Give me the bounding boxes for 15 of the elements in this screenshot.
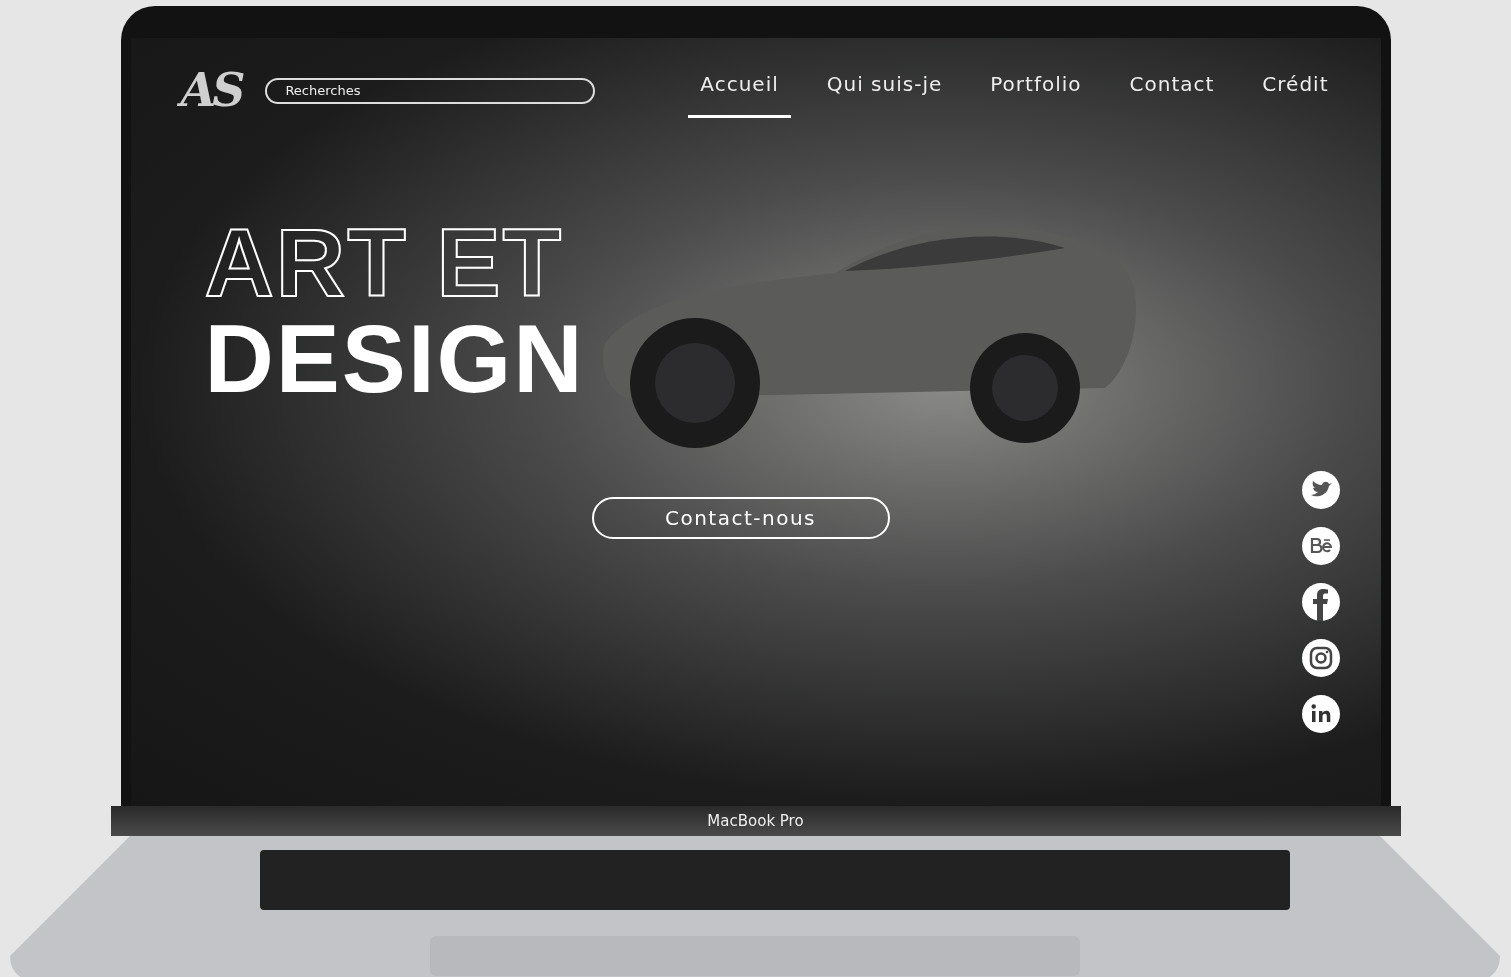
nav-link[interactable]: Crédit — [1250, 63, 1341, 118]
facebook-icon[interactable] — [1300, 582, 1341, 622]
linkedin-icon[interactable] — [1300, 694, 1341, 734]
behance-icon[interactable] — [1300, 526, 1341, 566]
hero-title: DESIGN — [204, 311, 585, 407]
search-field[interactable]: Recherches — [265, 77, 596, 104]
contact-button[interactable]: Contact-nous — [591, 497, 890, 539]
nav-link[interactable]: Contact — [1117, 63, 1227, 118]
nav-link[interactable]: Accueil — [688, 63, 791, 118]
device-label: MacBook Pro — [707, 810, 804, 832]
nav-link[interactable]: Qui suis-je — [814, 63, 955, 118]
hero-title: ART ET — [204, 215, 565, 311]
camera-icon[interactable] — [1300, 638, 1341, 678]
nav-link[interactable]: Portfolio — [978, 63, 1094, 118]
bird-icon[interactable] — [1300, 470, 1341, 510]
